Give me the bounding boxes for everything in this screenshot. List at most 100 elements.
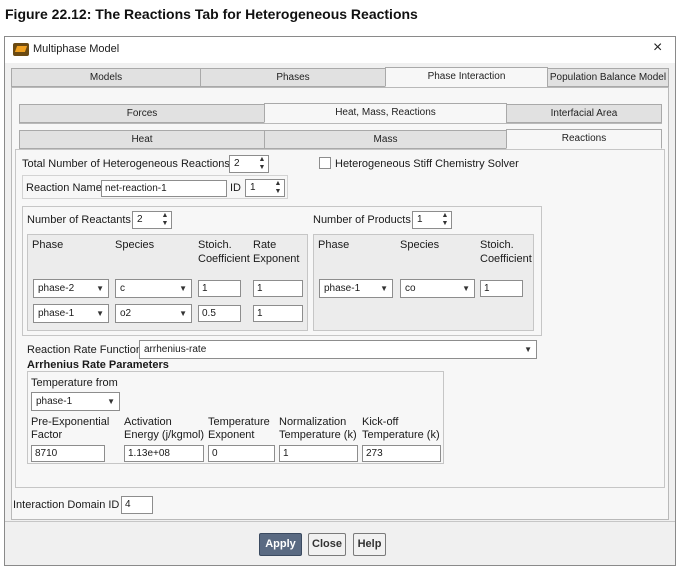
interaction-domain-input[interactable]: 4: [121, 496, 153, 514]
title-bar: Multiphase Model ×: [5, 37, 675, 63]
products-count-label: Number of Products: [313, 214, 411, 226]
temperature-exponent-input[interactable]: 0: [208, 445, 275, 462]
reactant-1-species-value: c: [120, 283, 125, 294]
reactant-2-phase-select[interactable]: phase-1 ▼: [33, 304, 109, 323]
chevron-down-icon: ▼: [380, 284, 388, 293]
product-1-phase-select[interactable]: phase-1 ▼: [319, 279, 393, 298]
multiphase-model-dialog: Multiphase Model × Models Phases Phase I…: [4, 36, 676, 566]
products-count-value: 1: [417, 214, 423, 225]
close-icon[interactable]: ×: [653, 39, 662, 57]
pre-exponential-label-2: Factor: [31, 429, 63, 441]
rate-function-value: arrhenius-rate: [144, 344, 207, 355]
pre-exponential-input[interactable]: 8710: [31, 445, 105, 462]
interaction-domain-label: Interaction Domain ID: [13, 499, 120, 511]
reactants-coefficient-header: Coefficient: [198, 253, 250, 265]
reactant-1-phase-value: phase-2: [38, 283, 75, 294]
reactant-1-rate-input[interactable]: 1: [253, 280, 303, 297]
chevron-down-icon: ▼: [107, 397, 115, 406]
tab-heat-mass-reactions[interactable]: Heat, Mass, Reactions: [264, 103, 507, 123]
products-coefficient-header: Coefficient: [480, 253, 532, 265]
spin-down-icon[interactable]: ▼: [160, 220, 170, 228]
reactant-1-species-select[interactable]: c ▼: [115, 279, 192, 298]
tab-reactions[interactable]: Reactions: [506, 129, 662, 149]
reactant-2-phase-value: phase-1: [38, 308, 75, 319]
reactant-1-phase-select[interactable]: phase-2 ▼: [33, 279, 109, 298]
reaction-id-label: ID: [230, 182, 241, 194]
spin-down-icon[interactable]: ▼: [440, 220, 450, 228]
apply-button[interactable]: Apply: [259, 533, 302, 556]
reactants-count-label: Number of Reactants: [27, 214, 131, 226]
product-1-species-select[interactable]: co ▼: [400, 279, 475, 298]
phase-interaction-panel: Forces Heat, Mass, Reactions Interfacial…: [11, 87, 669, 520]
reactant-2-rate-input[interactable]: 1: [253, 305, 303, 322]
products-count-stepper[interactable]: 1 ▲ ▼: [412, 211, 452, 229]
normalization-temperature-label-2: Temperature (k): [279, 429, 357, 441]
chevron-down-icon: ▼: [462, 284, 470, 293]
reactant-2-species-select[interactable]: o2 ▼: [115, 304, 192, 323]
spin-down-icon[interactable]: ▼: [273, 188, 283, 196]
reactants-table: Phase Species Stoich. Coefficient Rate E…: [27, 234, 308, 331]
arrhenius-title: Arrhenius Rate Parameters: [27, 359, 169, 371]
figure-caption: Figure 22.12: The Reactions Tab for Hete…: [5, 6, 418, 22]
rate-function-select[interactable]: arrhenius-rate ▼: [139, 340, 537, 359]
close-button[interactable]: Close: [308, 533, 346, 556]
tab-phases[interactable]: Phases: [200, 68, 386, 87]
activation-energy-input[interactable]: 1.13e+08: [124, 445, 204, 462]
reactants-exponent-header: Exponent: [253, 253, 300, 265]
tab-mass[interactable]: Mass: [264, 130, 507, 149]
tab-population-balance-model[interactable]: Population Balance Model: [547, 68, 669, 87]
spin-down-icon[interactable]: ▼: [257, 164, 267, 172]
product-1-stoich-input[interactable]: 1: [480, 280, 523, 297]
tab-heat[interactable]: Heat: [19, 130, 265, 149]
reactants-species-header: Species: [115, 239, 155, 251]
reactant-2-species-value: o2: [120, 308, 132, 319]
temperature-from-value: phase-1: [36, 396, 73, 407]
reactants-count-stepper[interactable]: 2 ▲ ▼: [132, 211, 172, 229]
products-stoich-header: Stoich.: [480, 239, 514, 251]
tab-models[interactable]: Models: [11, 68, 201, 87]
reaction-name-input[interactable]: net-reaction-1: [101, 180, 227, 197]
divider: [5, 521, 675, 522]
stiff-chemistry-label: Heterogeneous Stiff Chemistry Solver: [335, 158, 519, 170]
spin-up-icon[interactable]: ▲: [160, 212, 170, 220]
total-reactions-stepper[interactable]: 2 ▲ ▼: [229, 155, 269, 173]
total-reactions-label: Total Number of Heterogeneous Reactions: [22, 158, 230, 170]
normalization-temperature-label-1: Normalization: [279, 416, 347, 428]
stiff-chemistry-checkbox[interactable]: [319, 157, 331, 169]
temperature-exponent-label-2: Exponent: [208, 429, 255, 441]
reaction-id-stepper[interactable]: 1 ▲ ▼: [245, 179, 285, 197]
chevron-down-icon: ▼: [96, 309, 104, 318]
products-table: Phase Species Stoich. Coefficient phase-…: [313, 234, 534, 331]
help-button[interactable]: Help: [353, 533, 386, 556]
normalization-temperature-input[interactable]: 1: [279, 445, 358, 462]
rate-function-label: Reaction Rate Function: [27, 344, 142, 356]
tab-phase-interaction[interactable]: Phase Interaction: [385, 67, 548, 87]
reactants-count-value: 2: [137, 214, 143, 225]
reactants-stoich-header: Stoich.: [198, 239, 232, 251]
app-logo-icon: [13, 43, 29, 56]
kick-off-temperature-label-1: Kick-off: [362, 416, 399, 428]
product-1-phase-value: phase-1: [324, 283, 361, 294]
kick-off-temperature-label-2: Temperature (k): [362, 429, 440, 441]
window-title: Multiphase Model: [33, 43, 120, 55]
kick-off-temperature-input[interactable]: 273: [362, 445, 441, 462]
spin-up-icon[interactable]: ▲: [273, 180, 283, 188]
temperature-from-select[interactable]: phase-1 ▼: [31, 392, 120, 411]
reactions-frame: Total Number of Heterogeneous Reactions …: [15, 149, 665, 488]
divider: [19, 123, 662, 124]
reaction-id-value: 1: [250, 182, 256, 193]
chevron-down-icon: ▼: [179, 284, 187, 293]
products-species-header: Species: [400, 239, 440, 251]
spin-up-icon[interactable]: ▲: [257, 156, 267, 164]
temperature-exponent-label-1: Temperature: [208, 416, 270, 428]
chevron-down-icon: ▼: [96, 284, 104, 293]
spin-up-icon[interactable]: ▲: [440, 212, 450, 220]
total-reactions-value: 2: [234, 158, 240, 169]
reaction-name-label: Reaction Name: [26, 182, 102, 194]
reactant-2-stoich-input[interactable]: 0.5: [198, 305, 241, 322]
reactant-1-stoich-input[interactable]: 1: [198, 280, 241, 297]
tab-forces[interactable]: Forces: [19, 104, 265, 123]
activation-energy-label-2: Energy (j/kgmol): [124, 429, 205, 441]
reactants-rate-header: Rate: [253, 239, 277, 251]
tab-interfacial-area[interactable]: Interfacial Area: [506, 104, 662, 123]
